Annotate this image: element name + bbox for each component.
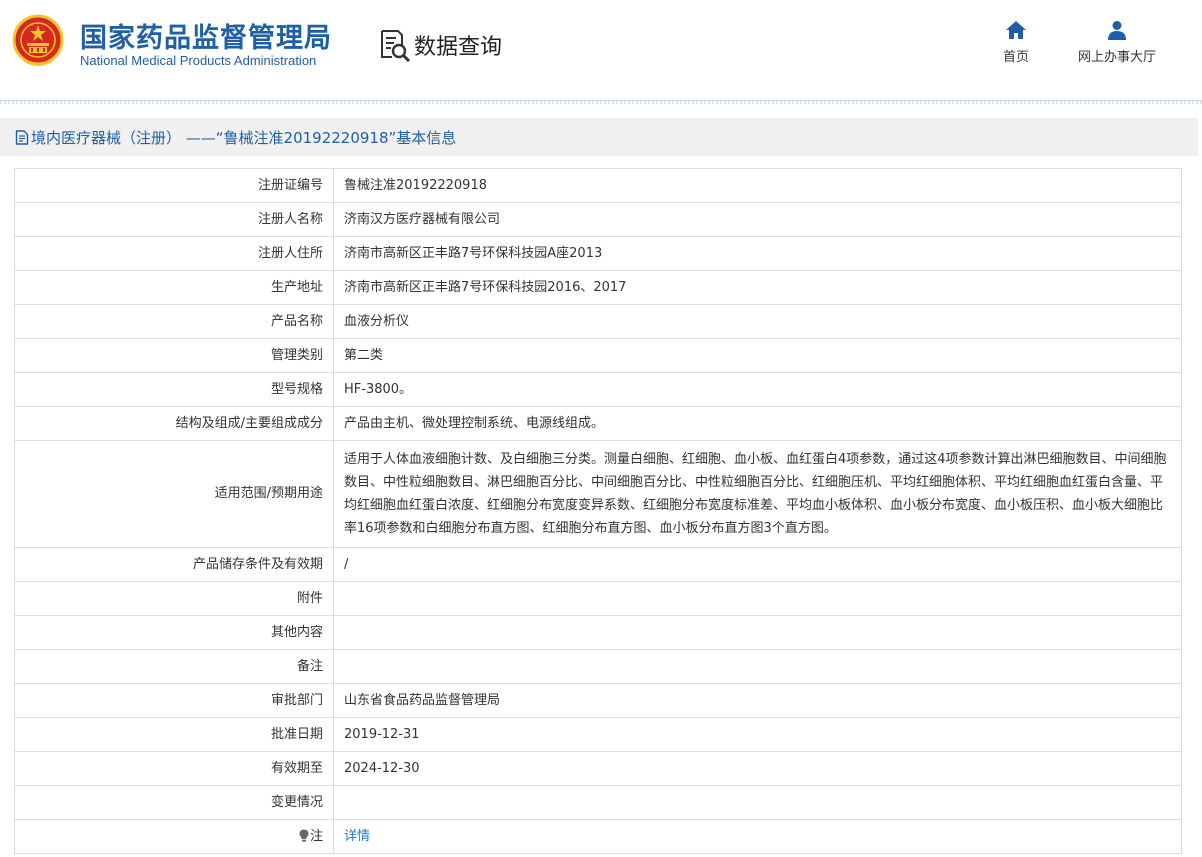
table-row: 附件: [14, 581, 1182, 616]
table-row: 产品储存条件及有效期 /: [14, 547, 1182, 582]
table-row: 生产地址 济南市高新区正丰路7号环保科技园2016、2017: [14, 270, 1182, 305]
document-search-icon: [381, 30, 411, 62]
field-label: 备注: [14, 649, 334, 684]
table-row: 有效期至 2024-12-30: [14, 751, 1182, 786]
info-table-container: 注册证编号 鲁械注准20192220918 注册人名称 济南汉方医疗器械有限公司 注册人…: [14, 168, 1182, 854]
field-value-note: 详情: [333, 819, 1182, 854]
note-label: 注: [309, 828, 323, 844]
table-row: 注册人名称 济南汉方医疗器械有限公司: [14, 202, 1182, 237]
header-divider: [0, 101, 1202, 104]
field-label: 适用范围/预期用途: [14, 440, 334, 548]
site-logo-subtitle: National Medical Products Administration: [80, 53, 317, 68]
field-value: 2019-12-31: [333, 717, 1182, 752]
table-row: 产品名称 血液分析仪: [14, 304, 1182, 339]
field-label: 附件: [14, 581, 334, 616]
field-label: 管理类别: [14, 338, 334, 373]
field-label: 其他内容: [14, 615, 334, 650]
field-value: [333, 649, 1182, 684]
document-icon: [15, 129, 29, 145]
site-logo-title: 国家药品监督管理局: [80, 23, 332, 54]
user-icon: [1108, 21, 1126, 40]
field-value: 济南汉方医疗器械有限公司: [333, 202, 1182, 237]
field-value: 血液分析仪: [333, 304, 1182, 339]
field-value: 适用于人体血液细胞计数、及白细胞三分类。测量白细胞、红细胞、血小板、血红蛋白4项…: [333, 440, 1182, 548]
field-value: /: [333, 547, 1182, 582]
field-label: 注册人名称: [14, 202, 334, 237]
field-label: 注册证编号: [14, 168, 334, 203]
field-label: 结构及组成/主要组成成分: [14, 406, 334, 441]
field-value: [333, 615, 1182, 650]
field-label: 注册人住所: [14, 236, 334, 271]
field-value: 2024-12-30: [333, 751, 1182, 786]
info-table: 注册证编号 鲁械注准20192220918 注册人名称 济南汉方医疗器械有限公司 注册人…: [14, 168, 1182, 854]
field-label: 生产地址: [14, 270, 334, 305]
field-value: HF-3800。: [333, 372, 1182, 407]
table-row: 注册证编号 鲁械注准20192220918: [14, 168, 1182, 203]
table-row: 注册人住所 济南市高新区正丰路7号环保科技园A座2013: [14, 236, 1182, 271]
page-title: 境内医疗器械（注册） ——“鲁械注准20192220918”基本信息: [31, 128, 457, 147]
field-label-note: 注: [14, 819, 334, 854]
table-row: 型号规格 HF-3800。: [14, 372, 1182, 407]
table-row: 变更情况: [14, 785, 1182, 820]
nav-online-office[interactable]: 网上办事大厅: [1068, 20, 1166, 65]
page-title-bar: 境内医疗器械（注册） ——“鲁械注准20192220918”基本信息: [0, 118, 1198, 156]
field-label: 产品名称: [14, 304, 334, 339]
site-header: 国家药品监督管理局 National Medical Products Admi…: [0, 0, 1202, 101]
info-table-body: 注册证编号 鲁械注准20192220918 注册人名称 济南汉方医疗器械有限公司 注册人…: [14, 168, 1182, 854]
field-value: 鲁械注准20192220918: [333, 168, 1182, 203]
table-row: 审批部门 山东省食品药品监督管理局: [14, 683, 1182, 718]
home-icon: [1006, 21, 1026, 39]
lightbulb-icon: [299, 829, 309, 842]
field-label: 审批部门: [14, 683, 334, 718]
national-emblem-icon: [12, 14, 64, 66]
field-value: 山东省食品药品监督管理局: [333, 683, 1182, 718]
table-row: 批准日期 2019-12-31: [14, 717, 1182, 752]
field-value: 第二类: [333, 338, 1182, 373]
nav-online-office-label: 网上办事大厅: [1077, 50, 1156, 65]
data-query-heading: 数据查询: [378, 28, 502, 62]
field-value: 济南市高新区正丰路7号环保科技园2016、2017: [333, 270, 1182, 305]
table-row: 适用范围/预期用途 适用于人体血液细胞计数、及白细胞三分类。测量白细胞、红细胞、血…: [14, 440, 1182, 548]
table-row: 其他内容: [14, 615, 1182, 650]
field-value: 产品由主机、微处理控制系统、电源线组成。: [333, 406, 1182, 441]
data-query-title: 数据查询: [414, 35, 503, 60]
field-label: 型号规格: [14, 372, 334, 407]
table-row: 结构及组成/主要组成成分 产品由主机、微处理控制系统、电源线组成。: [14, 406, 1182, 441]
field-value: 济南市高新区正丰路7号环保科技园A座2013: [333, 236, 1182, 271]
nav-home[interactable]: 首页: [990, 20, 1042, 65]
field-label: 有效期至: [14, 751, 334, 786]
table-row: 备注: [14, 649, 1182, 684]
details-link[interactable]: 详情: [344, 829, 370, 844]
field-label: 批准日期: [14, 717, 334, 752]
table-row: 管理类别 第二类: [14, 338, 1182, 373]
field-label: 产品储存条件及有效期: [14, 547, 334, 582]
field-label: 变更情况: [14, 785, 334, 820]
nav-home-label: 首页: [1002, 50, 1029, 65]
field-value: [333, 581, 1182, 616]
table-row-note: 注 详情: [14, 819, 1182, 854]
field-value: [333, 785, 1182, 820]
